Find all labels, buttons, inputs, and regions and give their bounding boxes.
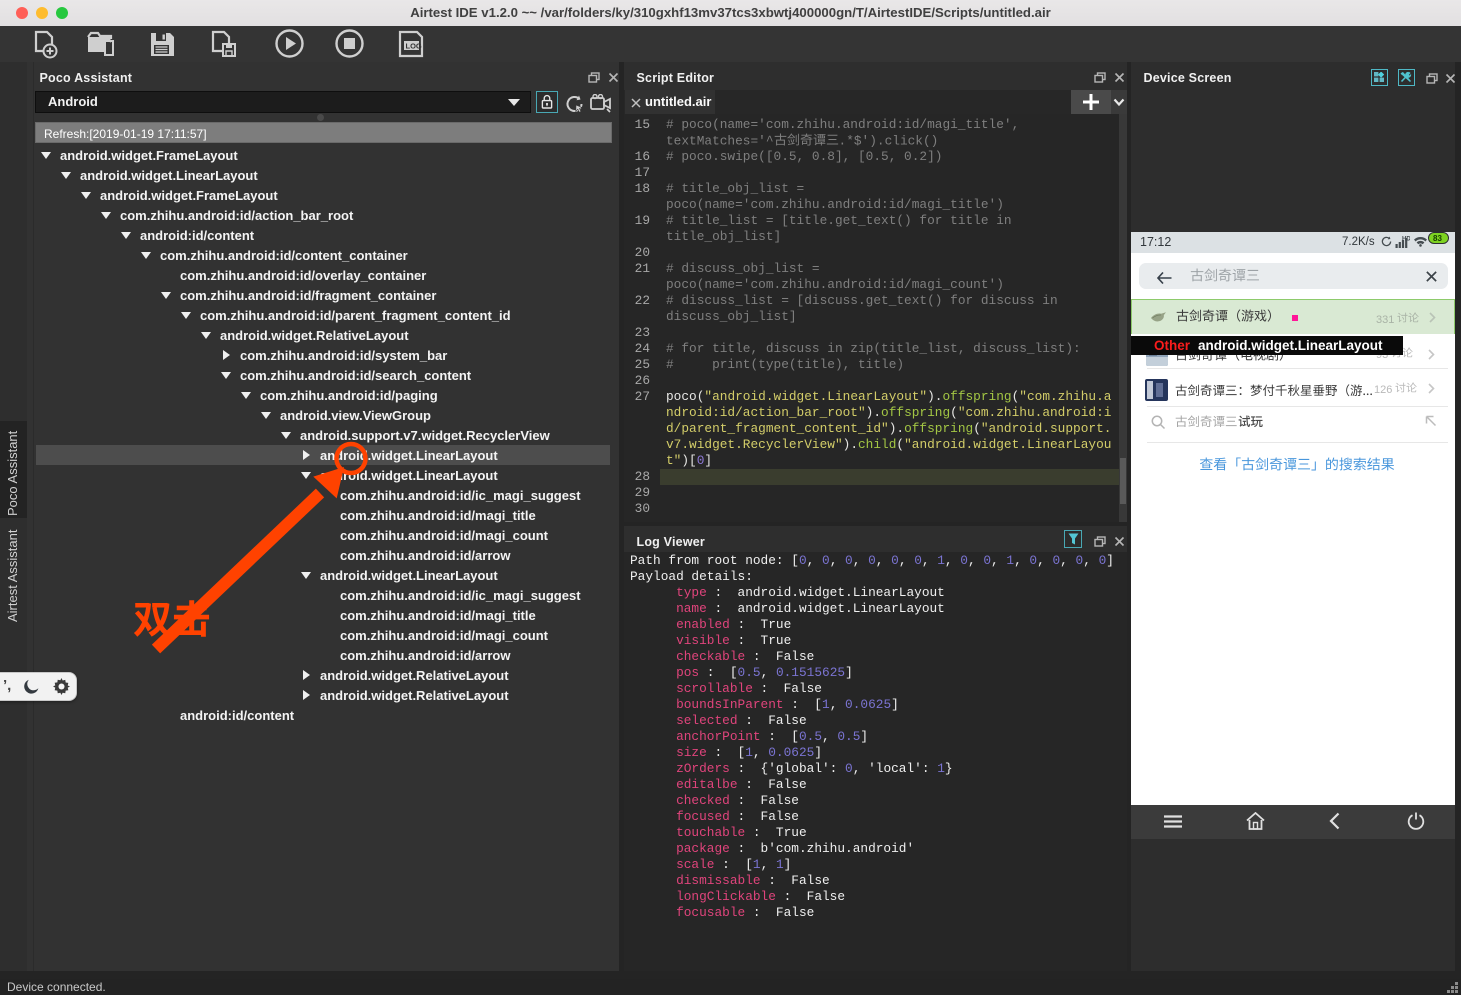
svg-text:LOG: LOG (406, 42, 422, 51)
